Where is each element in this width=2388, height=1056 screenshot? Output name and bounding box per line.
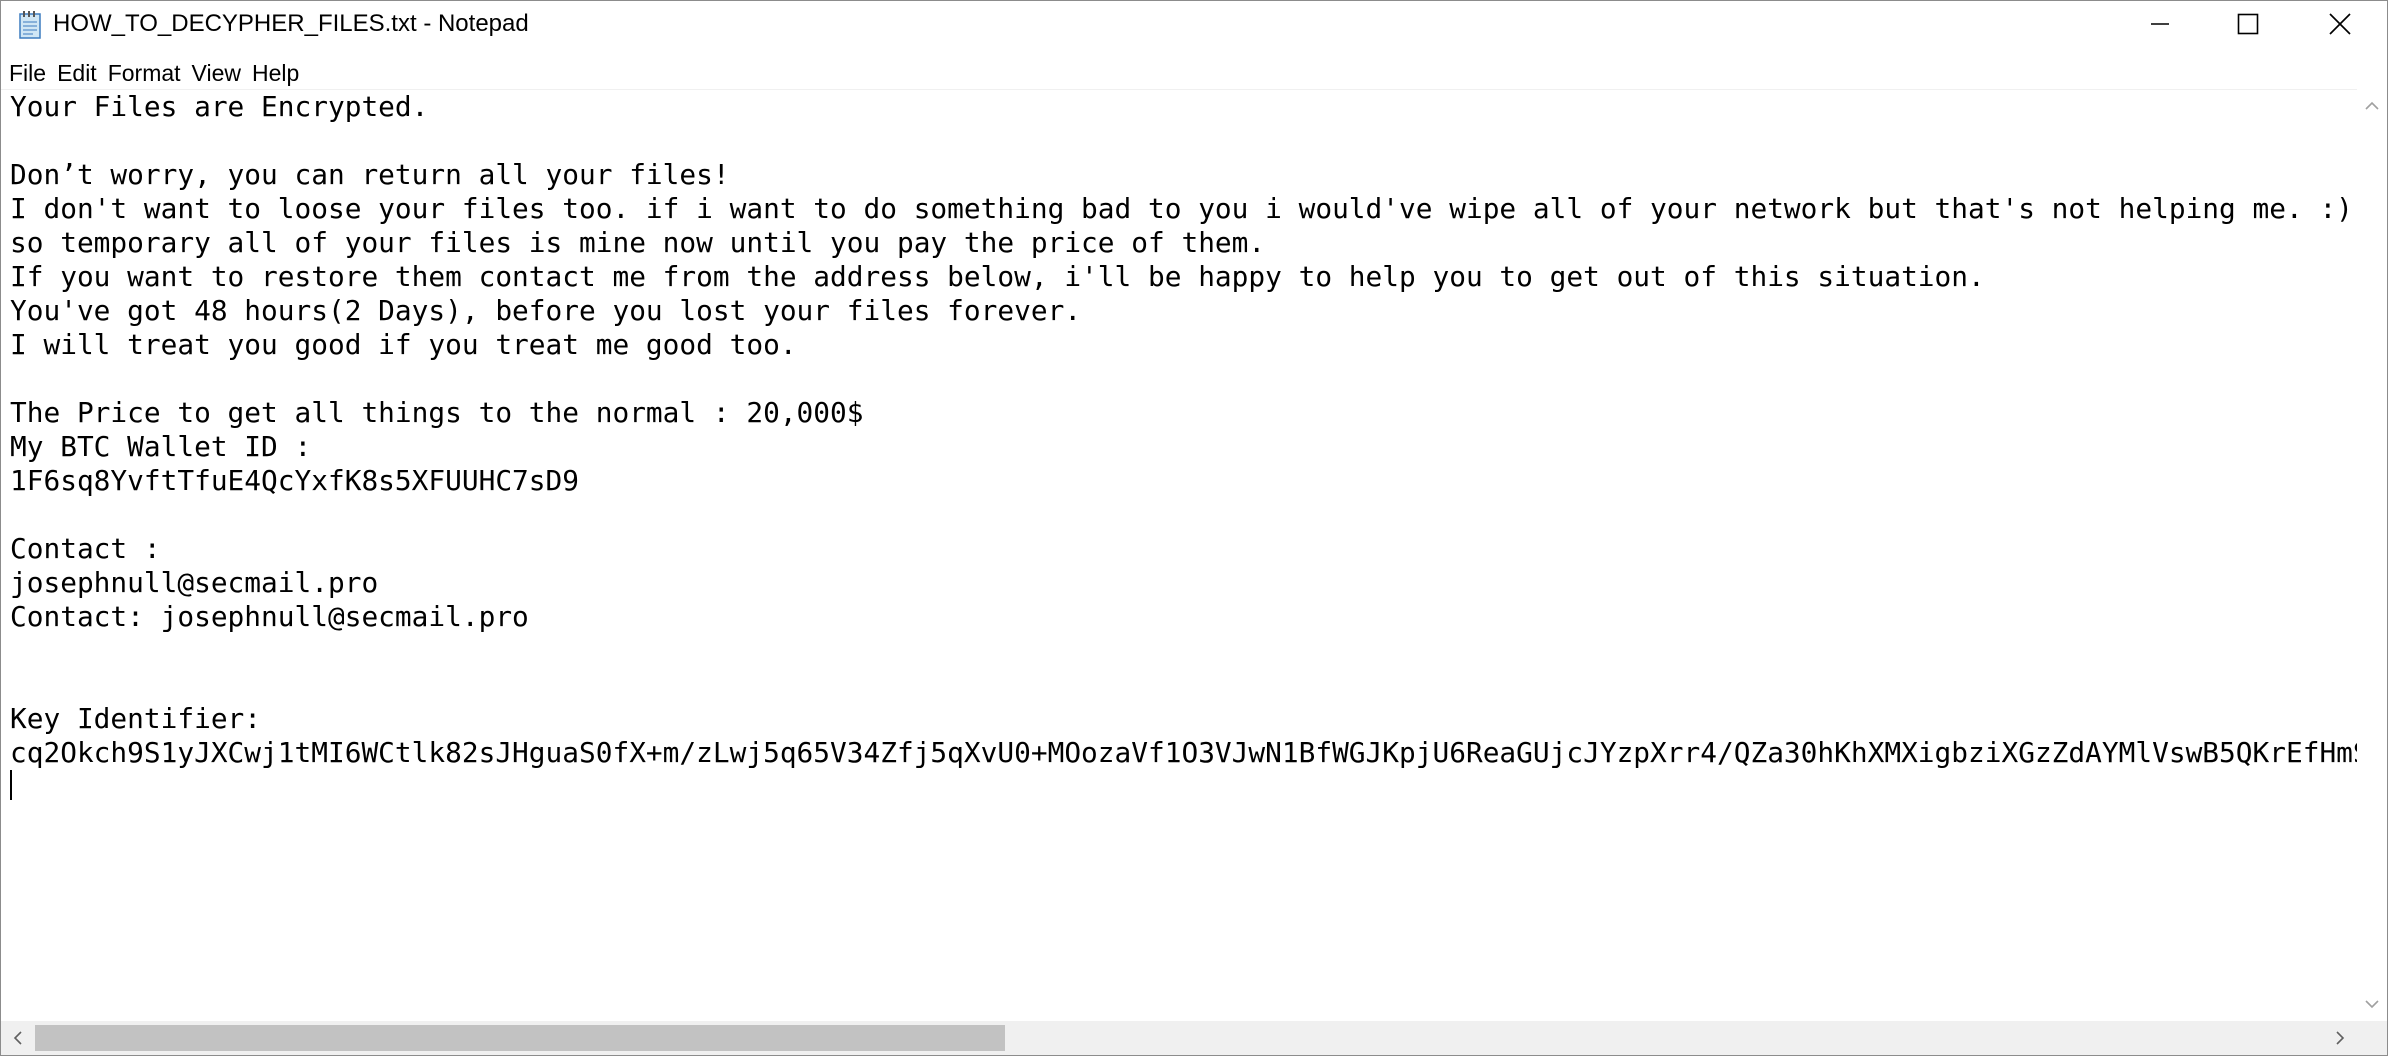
document-line[interactable]: Your Files are Encrypted.	[10, 90, 2357, 124]
minimize-icon	[2151, 23, 2169, 25]
document-line[interactable]: I will treat you good if you treat me go…	[10, 328, 2357, 362]
chevron-up-icon	[2365, 101, 2379, 110]
menu-help[interactable]: Help	[244, 56, 299, 90]
document-line[interactable]: The Price to get all things to the norma…	[10, 396, 2357, 430]
document-line[interactable]: Don’t worry, you can return all your fil…	[10, 158, 2357, 192]
notepad-window: HOW_TO_DECYPHER_FILES.txt - Notepad File…	[0, 0, 2388, 1056]
close-icon	[2329, 13, 2351, 35]
document-line[interactable]: ​	[10, 668, 2357, 702]
size-grip[interactable]	[2357, 1021, 2387, 1055]
document-line[interactable]: cq2Okch9S1yJXCwj1tMI6WCtlk82sJHguaS0fX+m…	[10, 736, 2357, 770]
document-line[interactable]: Key Identifier:	[10, 702, 2357, 736]
chevron-down-icon	[2365, 1000, 2379, 1009]
menu-edit[interactable]: Edit	[49, 56, 97, 90]
document-line[interactable]: ​	[10, 498, 2357, 532]
menu-bar: File Edit Format View Help	[1, 56, 2387, 90]
document-line[interactable]: ​	[10, 124, 2357, 158]
menu-format[interactable]: Format	[100, 56, 181, 90]
document-line[interactable]: so temporary all of your files is mine n…	[10, 226, 2357, 260]
document-line[interactable]: My BTC Wallet ID :	[10, 430, 2357, 464]
vertical-scrollbar[interactable]	[2357, 89, 2387, 1021]
text-caret	[10, 770, 12, 800]
scroll-right-button[interactable]	[2323, 1021, 2357, 1055]
minimize-button[interactable]	[2113, 1, 2207, 47]
maximize-icon	[2237, 13, 2259, 35]
document-line[interactable]: 1F6sq8YvftTfuE4QcYxfK8s5XFUUHC7sD9	[10, 464, 2357, 498]
title-bar[interactable]: HOW_TO_DECYPHER_FILES.txt - Notepad	[1, 1, 2387, 47]
chevron-left-icon	[13, 1031, 22, 1045]
maximize-button[interactable]	[2201, 1, 2295, 47]
horizontal-scrollbar[interactable]	[1, 1021, 2357, 1055]
horizontal-scroll-thumb[interactable]	[35, 1025, 1005, 1051]
document-line[interactable]: josephnull@secmail.pro	[10, 566, 2357, 600]
chevron-right-icon	[2336, 1031, 2345, 1045]
document-line[interactable]: ​	[10, 634, 2357, 668]
menu-view[interactable]: View	[184, 56, 241, 90]
document-line[interactable]: Contact :	[10, 532, 2357, 566]
document-line[interactable]: You've got 48 hours(2 Days), before you …	[10, 294, 2357, 328]
window-title: HOW_TO_DECYPHER_FILES.txt - Notepad	[53, 10, 529, 37]
scroll-down-button[interactable]	[2357, 987, 2387, 1021]
scroll-up-button[interactable]	[2357, 89, 2387, 123]
notepad-icon[interactable]	[17, 10, 45, 40]
scroll-left-button[interactable]	[1, 1021, 35, 1055]
close-button[interactable]	[2293, 1, 2387, 47]
document-line[interactable]: ​	[10, 362, 2357, 396]
document-text[interactable]: Your Files are Encrypted.​Don’t worry, y…	[10, 90, 2357, 770]
text-editor[interactable]: Your Files are Encrypted.​Don’t worry, y…	[1, 89, 2357, 1022]
document-line[interactable]: Contact: josephnull@secmail.pro	[10, 600, 2357, 634]
document-line[interactable]: If you want to restore them contact me f…	[10, 260, 2357, 294]
document-line[interactable]: I don't want to loose your files too. if…	[10, 192, 2357, 226]
menu-file[interactable]: File	[1, 56, 46, 90]
